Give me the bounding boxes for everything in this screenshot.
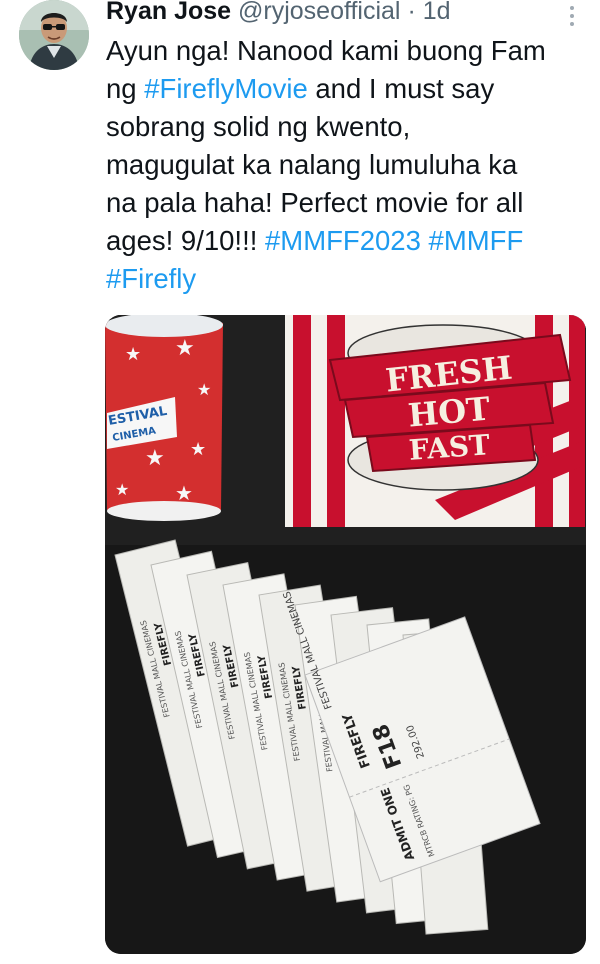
soda-cup: ★ ★ ★ ★ ★ ★ ★ ESTIVAL CINEMA: [105, 315, 223, 521]
svg-text:★: ★: [145, 446, 165, 471]
tweet-text-line: na pala haha! Perfect movie for all: [106, 184, 586, 222]
tweet-text-line: #Firefly: [106, 260, 586, 298]
tweet-text-line: Ayun nga! Nanood kami buong Fam: [106, 32, 586, 70]
avatar-image: [19, 0, 89, 70]
bag-word-3: FAST: [408, 428, 491, 467]
bag-word-2: HOT: [407, 390, 492, 435]
tweet-text-line: magugulat ka nalang lumuluha ka: [106, 146, 586, 184]
tweet-text-line: ng #FireflyMovie and I must say: [106, 70, 586, 108]
author-name[interactable]: Ryan Jose: [106, 0, 231, 25]
popcorn-bag: FRESH HOT FAST: [285, 315, 585, 527]
svg-text:★: ★: [197, 380, 211, 399]
tweet-text-segment: ng: [106, 73, 145, 104]
tweet-text-line: sobrang solid ng kwento,: [106, 108, 586, 146]
photo-scene: FRESH HOT FAST ★ ★ ★ ★ ★ ★ ★ ESTIVAL CIN…: [105, 315, 586, 954]
author-handle[interactable]: @ryjoseofficial: [238, 0, 400, 25]
header-separator: ·: [407, 0, 416, 25]
tweet-text-segment: sobrang solid ng kwento,: [106, 111, 411, 142]
timestamp[interactable]: 1d: [423, 0, 451, 25]
hashtag-link[interactable]: #MMFF2023: [265, 225, 421, 256]
tweet[interactable]: Ryan Jose @ryjoseofficial · 1d Ayun nga!…: [0, 0, 600, 964]
svg-text:★: ★: [115, 480, 129, 499]
tweet-text-line: ages! 9/10!!! #MMFF2023 #MMFF: [106, 222, 586, 260]
more-vertical-icon[interactable]: [562, 2, 582, 30]
svg-text:★: ★: [175, 481, 193, 505]
tweet-text: Ayun nga! Nanood kami buong Fam ng #Firef…: [106, 32, 586, 298]
tweet-text-segment: and I must say: [307, 73, 495, 104]
avatar[interactable]: [19, 0, 89, 70]
tweet-text-segment: ages! 9/10!!!: [106, 225, 265, 256]
hashtag-link[interactable]: #MMFF: [429, 225, 524, 256]
tweet-text-segment: magugulat ka nalang lumuluha ka: [106, 149, 518, 180]
tweet-text-segment: na pala haha! Perfect movie for all: [106, 187, 524, 218]
svg-text:★: ★: [125, 344, 141, 365]
tweet-photo[interactable]: FRESH HOT FAST ★ ★ ★ ★ ★ ★ ★ ESTIVAL CIN…: [105, 315, 586, 954]
tweet-text-segment: Ayun nga! Nanood kami buong Fam: [106, 35, 546, 66]
svg-text:★: ★: [190, 439, 206, 460]
hashtag-link[interactable]: #Firefly: [106, 263, 196, 294]
tweet-header: Ryan Jose @ryjoseofficial · 1d: [106, 0, 560, 28]
hashtag-link[interactable]: #FireflyMovie: [144, 73, 308, 104]
tweet-text-segment: [421, 225, 429, 256]
svg-text:★: ★: [175, 336, 195, 361]
